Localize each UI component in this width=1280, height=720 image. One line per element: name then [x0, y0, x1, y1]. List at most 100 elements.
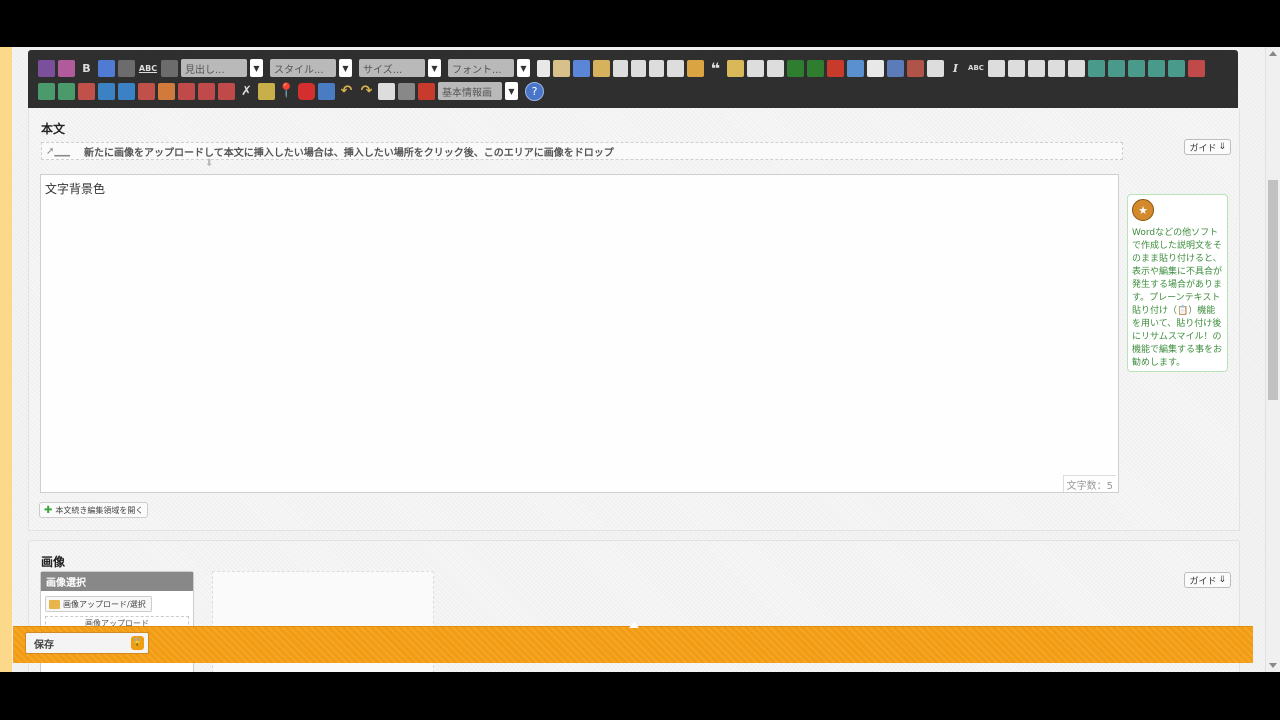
- blockquote-icon[interactable]: ❝: [707, 59, 724, 78]
- redo-icon[interactable]: ↷: [358, 83, 375, 100]
- image-insert-icon[interactable]: [593, 59, 610, 77]
- outdent-icon[interactable]: [649, 59, 664, 77]
- drop-down-arrow-icon: ⬇: [205, 158, 214, 169]
- grid-5-icon[interactable]: [118, 82, 135, 100]
- grid-2-icon[interactable]: [58, 82, 75, 100]
- save-button[interactable]: 保存 🔒: [25, 632, 149, 654]
- basic-mode-select[interactable]: 基本情報画: [438, 82, 502, 100]
- copy-icon[interactable]: [887, 59, 904, 77]
- new-page-icon[interactable]: [537, 59, 550, 77]
- mascot-icon: ★: [1132, 199, 1154, 221]
- size-select-arrow-icon[interactable]: ▼: [428, 59, 441, 77]
- format-list-icon[interactable]: [258, 82, 275, 100]
- grid-3-icon[interactable]: [78, 82, 95, 100]
- italic-button[interactable]: I: [947, 60, 964, 77]
- anchor-icon[interactable]: [827, 59, 844, 77]
- table-delete-icon[interactable]: [1188, 59, 1205, 77]
- scroll-up-icon[interactable]: [1269, 51, 1277, 56]
- align-justify-icon[interactable]: [1048, 59, 1065, 77]
- unlink-icon[interactable]: [807, 59, 824, 77]
- grid-9-icon[interactable]: [198, 82, 215, 100]
- grid-4-icon[interactable]: [98, 82, 115, 100]
- preview-icon[interactable]: [378, 82, 395, 100]
- comment-icon[interactable]: [573, 59, 590, 77]
- box-icon[interactable]: [727, 59, 744, 77]
- image-section-title: 画像: [41, 555, 66, 569]
- column-insert-icon[interactable]: [1128, 59, 1145, 77]
- help-icon[interactable]: ?: [525, 81, 544, 101]
- link-icon[interactable]: [787, 59, 804, 77]
- body-guide-button[interactable]: ガイド ⇓: [1184, 139, 1231, 155]
- grid-8-icon[interactable]: [178, 82, 195, 100]
- image-select-title: 画像選択: [41, 572, 193, 591]
- table-icon[interactable]: [667, 59, 684, 77]
- image-upload-label: 画像アップロード/選択: [63, 599, 146, 609]
- font-select[interactable]: フォント...: [448, 59, 514, 77]
- page-scrollbar[interactable]: [1265, 47, 1280, 672]
- grid-7-icon[interactable]: [158, 82, 175, 100]
- grid-1-icon[interactable]: [38, 82, 55, 100]
- char-count: 文字数：5: [1062, 475, 1116, 492]
- align-right-icon[interactable]: [1028, 59, 1045, 77]
- image-drop-area[interactable]: ➚▁▁ 新たに画像をアップロードして本文に挿入したい場合は、挿入したい場所をクリ…: [41, 142, 1123, 160]
- scroll-thumb[interactable]: [1268, 180, 1278, 400]
- chevron-down-icon: ⇓: [1218, 575, 1226, 585]
- horizontal-rule-icon[interactable]: [687, 59, 704, 77]
- clear-format-icon[interactable]: ✗: [238, 83, 255, 100]
- chevron-down-icon: ⇓: [1218, 142, 1226, 152]
- open-continuation-label: 本文続き編集領域を開く: [55, 505, 144, 515]
- grid-6-icon[interactable]: [138, 82, 155, 100]
- cell-split-icon[interactable]: [1168, 59, 1185, 77]
- heading-select[interactable]: 見出し...: [181, 59, 247, 77]
- heading-select-arrow-icon[interactable]: ▼: [250, 59, 263, 77]
- size-select[interactable]: サイズ...: [359, 59, 425, 77]
- justify-icon[interactable]: [927, 59, 944, 77]
- save-bar: 保存 🔒: [13, 622, 1253, 663]
- abc-format-button[interactable]: ABC: [967, 60, 985, 77]
- table-insert-icon[interactable]: [1088, 59, 1105, 77]
- bullet-list-icon[interactable]: [613, 59, 628, 77]
- basic-mode-arrow-icon[interactable]: ▼: [505, 82, 518, 100]
- embed-icon[interactable]: [318, 82, 335, 100]
- paste-word-icon[interactable]: [58, 59, 75, 77]
- flash-icon[interactable]: [847, 59, 864, 77]
- grid-10-icon[interactable]: [218, 82, 235, 100]
- map-pin-icon[interactable]: 📍: [278, 83, 295, 100]
- numbered-list-icon[interactable]: [631, 59, 646, 77]
- image-guide-button[interactable]: ガイド ⇓: [1184, 572, 1231, 588]
- book-icon[interactable]: [418, 82, 435, 100]
- editor-content[interactable]: 文字背景色: [45, 180, 105, 197]
- font-select-arrow-icon[interactable]: ▼: [517, 59, 530, 77]
- bold-button[interactable]: B: [78, 60, 95, 77]
- left-border: [0, 47, 12, 672]
- style-select[interactable]: スタイル...: [270, 59, 336, 77]
- paste-icon[interactable]: [553, 59, 570, 77]
- open-continuation-button[interactable]: ✚ 本文続き編集領域を開く: [39, 502, 149, 518]
- paste-text-icon[interactable]: [38, 59, 55, 77]
- undo-icon[interactable]: ↶: [338, 83, 355, 100]
- bg-color-icon[interactable]: [161, 59, 178, 77]
- style-select-arrow-icon[interactable]: ▼: [339, 59, 352, 77]
- scroll-down-icon[interactable]: [1269, 663, 1277, 668]
- toolbar-row-1: B ABC 見出し... ▼ スタイル... ▼ サイズ... ▼ フォント..…: [38, 57, 1205, 79]
- body-section-title: 本文: [41, 122, 66, 136]
- spellcheck-button[interactable]: ABC: [138, 60, 158, 77]
- page-break-icon[interactable]: [907, 59, 924, 77]
- tip-balloon: ★ Wordなどの他ソフトで作成した説明文をそのまま貼り付けると、表示や編集に不…: [1127, 194, 1228, 372]
- align-list-icon[interactable]: [747, 59, 764, 77]
- body-section: 本文 ガイド ⇓ ➚▁▁ 新たに画像をアップロードして本文に挿入したい場合は、挿…: [28, 108, 1240, 531]
- indent-icon[interactable]: [1068, 59, 1085, 77]
- align-center-icon[interactable]: [1008, 59, 1025, 77]
- body-editor[interactable]: 文字背景色 文字数：5: [40, 174, 1119, 493]
- template-icon[interactable]: [867, 59, 884, 77]
- source-icon[interactable]: [398, 82, 415, 100]
- text-color-icon[interactable]: [118, 59, 135, 77]
- align-left-icon[interactable]: [988, 59, 1005, 77]
- eraser-icon[interactable]: [98, 59, 115, 77]
- page-viewport: B ABC 見出し... ▼ スタイル... ▼ サイズ... ▼ フォント..…: [0, 47, 1280, 672]
- list-format-icon[interactable]: [767, 59, 784, 77]
- cell-merge-icon[interactable]: [1148, 59, 1165, 77]
- youtube-icon[interactable]: [298, 82, 315, 100]
- image-upload-button[interactable]: 画像アップロード/選択: [45, 596, 152, 612]
- row-insert-icon[interactable]: [1108, 59, 1125, 77]
